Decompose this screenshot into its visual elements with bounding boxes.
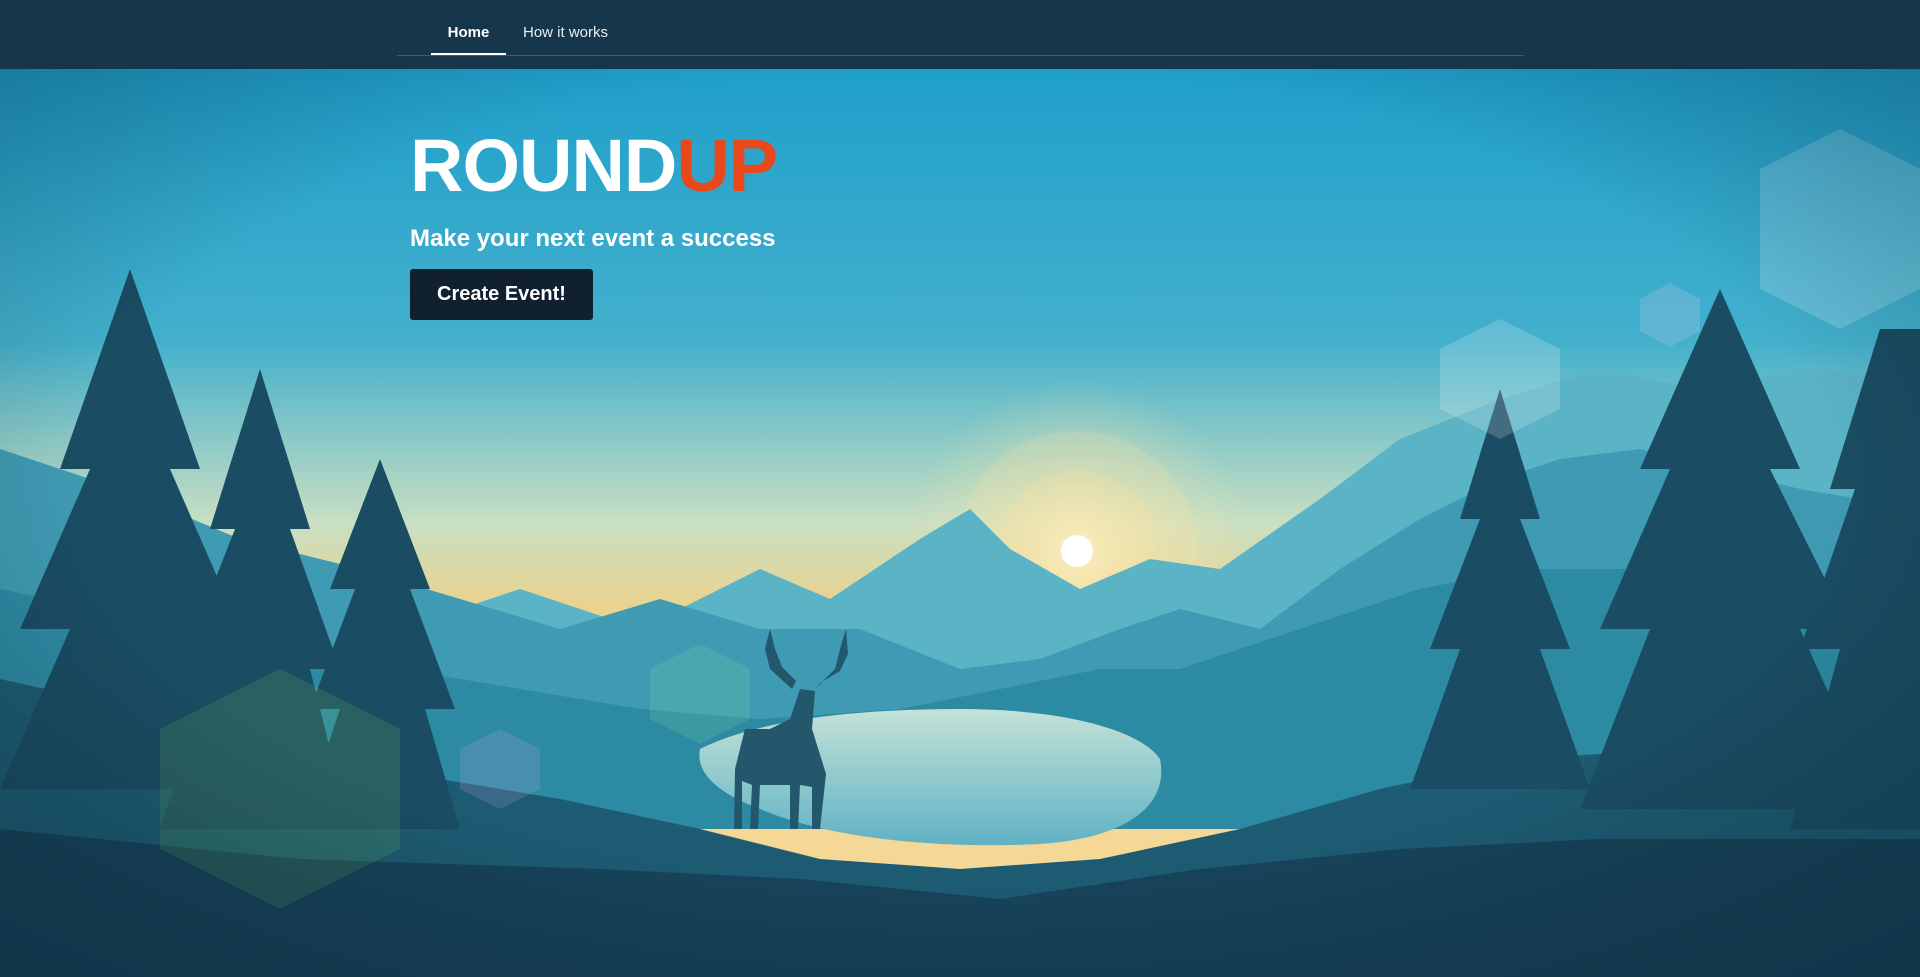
tab-how-it-works[interactable]: How it works bbox=[523, 0, 608, 54]
hero-tagline: Make your next event a success bbox=[410, 225, 776, 252]
hero-content: ROUNDUP Make your next event a success C… bbox=[410, 129, 778, 320]
brand-main-text: ROUND bbox=[410, 124, 677, 207]
landscape-illustration bbox=[0, 69, 1920, 977]
hero-section: ROUNDUP Make your next event a success C… bbox=[0, 69, 1920, 977]
create-event-button[interactable]: Create Event! bbox=[410, 269, 593, 320]
tab-home[interactable]: Home bbox=[431, 0, 506, 55]
brand-logo-text: ROUNDUP bbox=[410, 129, 778, 203]
nav-tab-bar: Home How it works bbox=[397, 0, 1524, 56]
top-navbar: Home How it works bbox=[0, 0, 1920, 69]
brand-accent-text: UP bbox=[676, 124, 778, 207]
